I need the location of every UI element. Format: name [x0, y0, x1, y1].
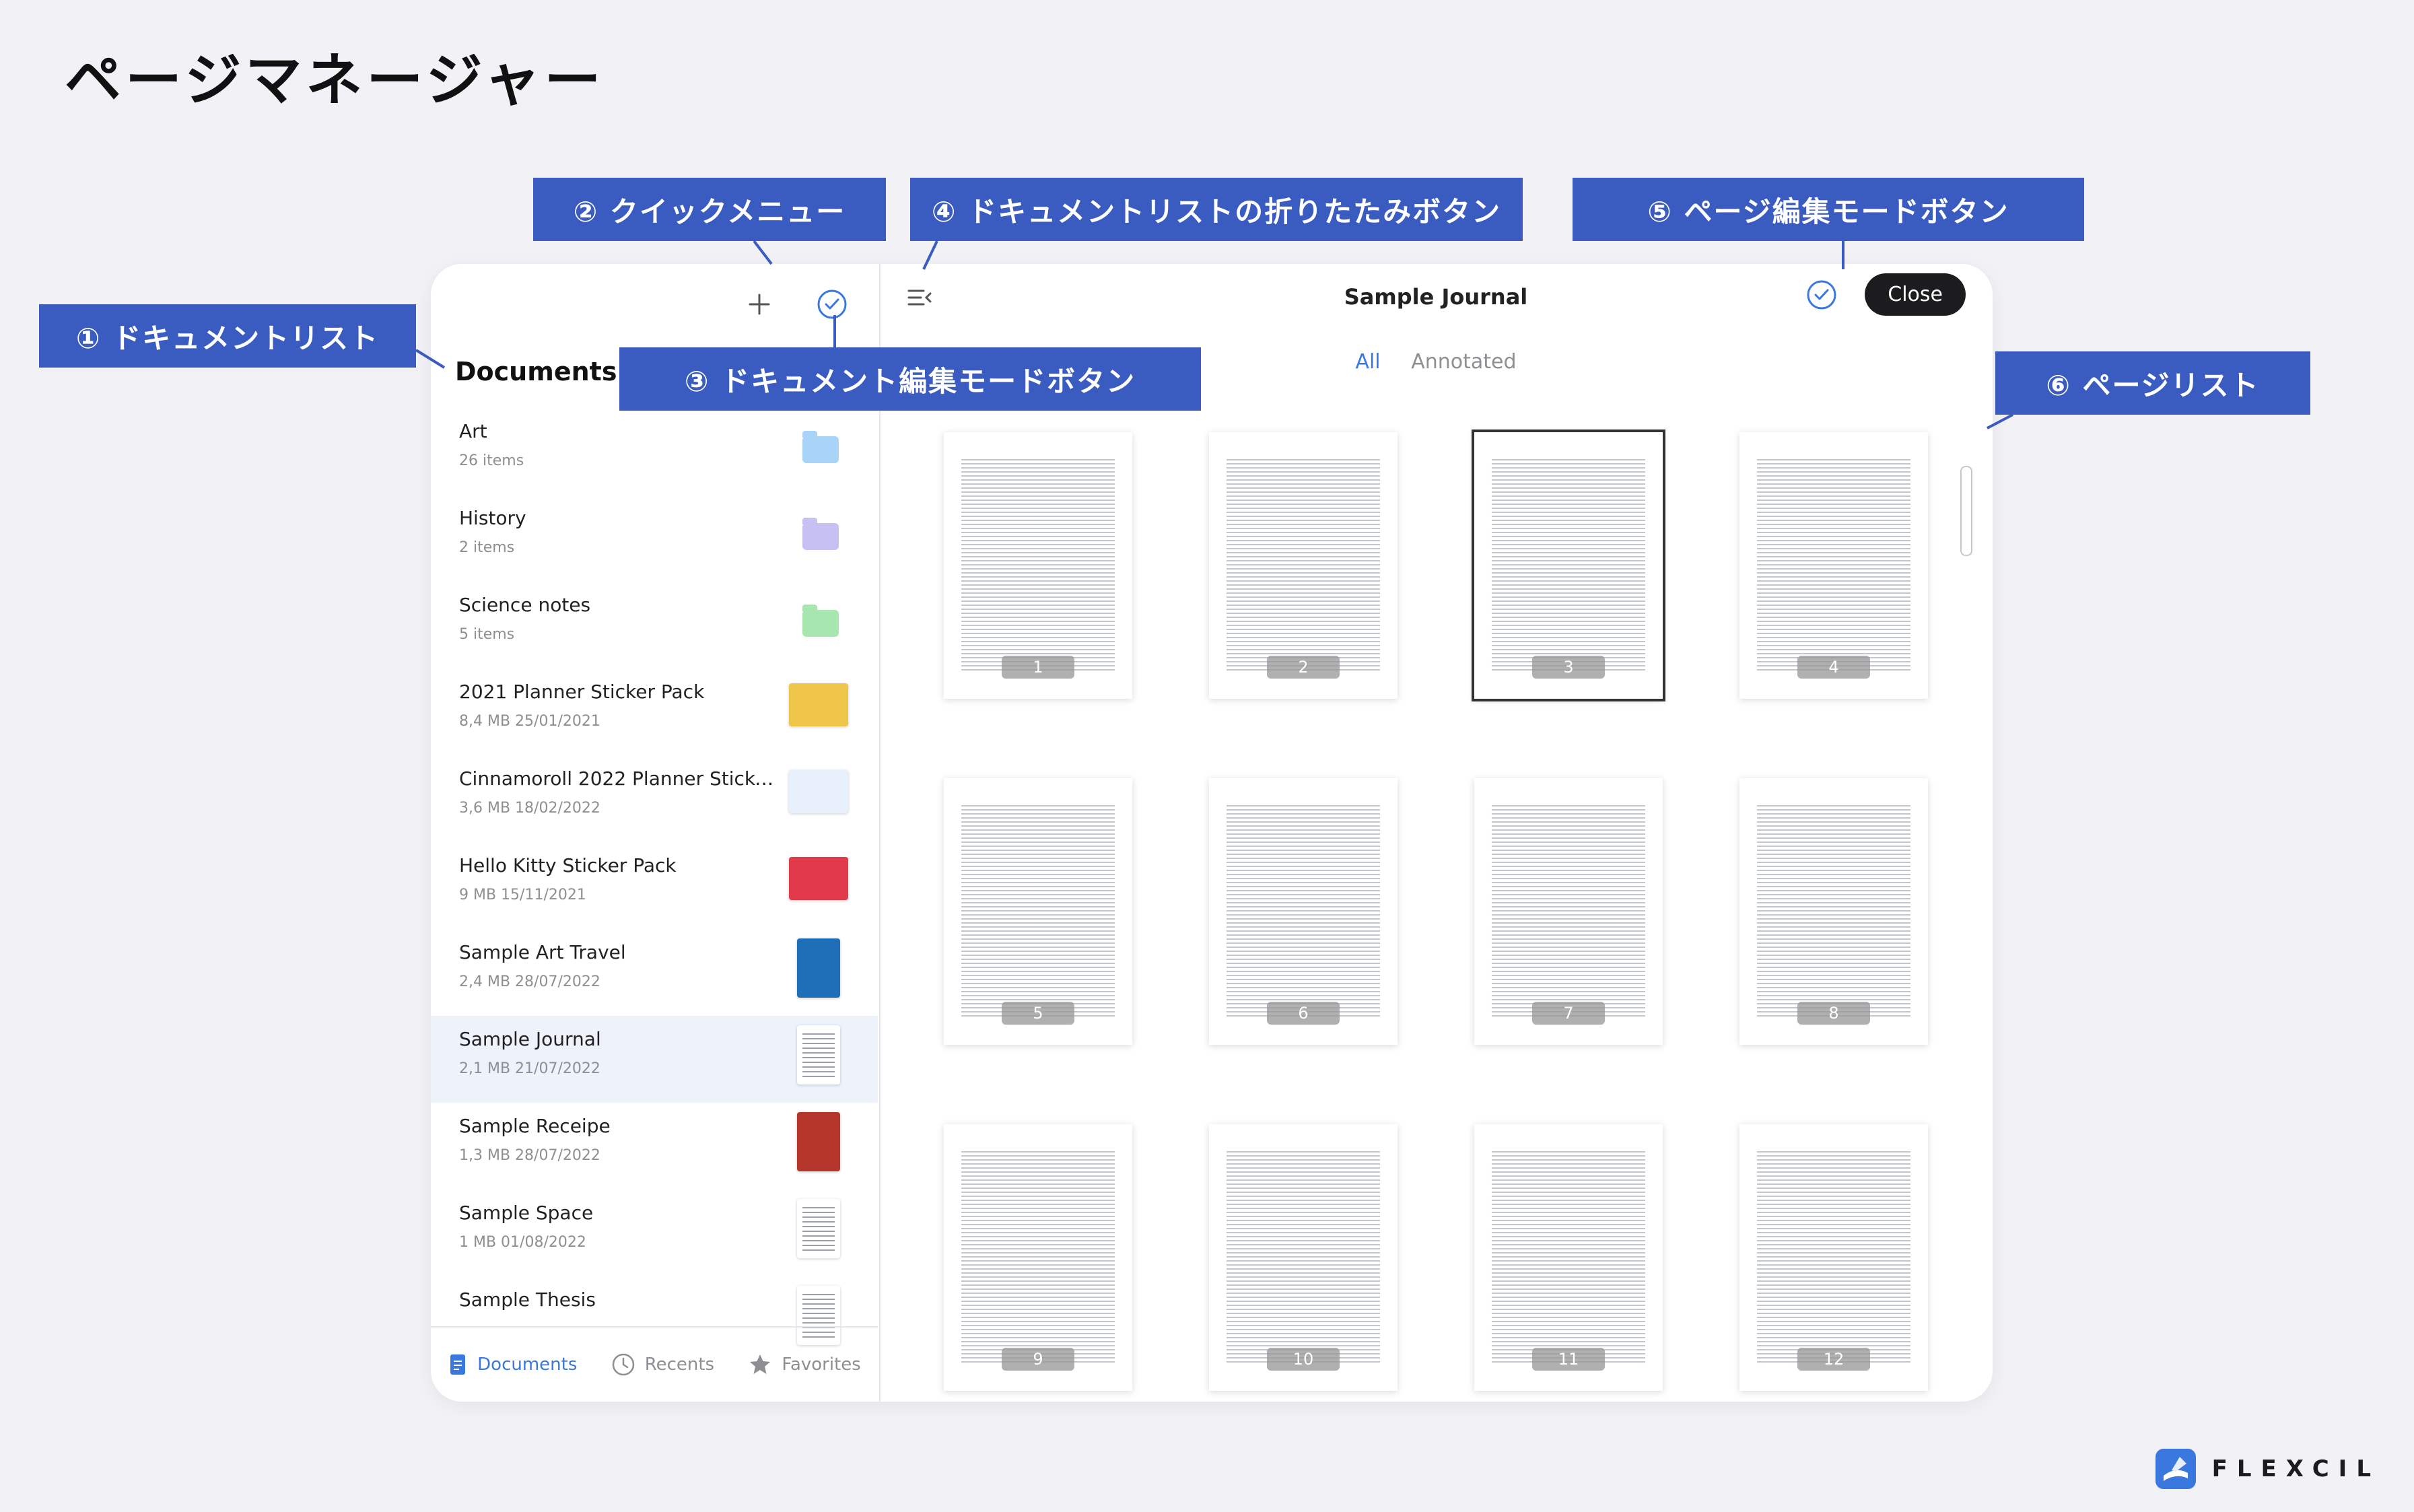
flexcil-logo-icon: [2155, 1449, 2196, 1489]
brand-logo: FLEXCIL: [2155, 1449, 2380, 1489]
brand-name: FLEXCIL: [2211, 1455, 2380, 1482]
callout-leaders: [415, 240, 2013, 429]
